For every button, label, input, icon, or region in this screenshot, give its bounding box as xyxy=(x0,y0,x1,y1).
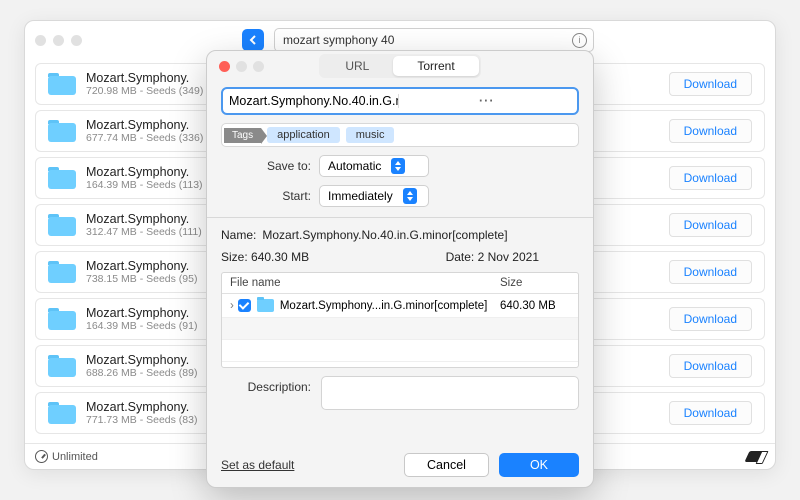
dialog-titlebar: URL Torrent xyxy=(207,51,593,81)
torrent-path-input[interactable]: Mozart.Symphony.No.40.in.G.minor[complet… xyxy=(221,87,579,115)
folder-icon xyxy=(48,402,76,424)
description-input[interactable] xyxy=(321,376,579,410)
search-text: mozart symphony 40 xyxy=(283,33,394,47)
zoom-icon[interactable] xyxy=(71,35,82,46)
name-row: Name: Mozart.Symphony.No.40.in.G.minor[c… xyxy=(221,228,579,242)
download-button[interactable]: Download xyxy=(669,260,752,284)
size-value: 640.30 MB xyxy=(251,250,309,264)
file-list: File name Size › Mozart.Symphony...in.G.… xyxy=(221,272,579,368)
set-default-link[interactable]: Set as default xyxy=(221,458,394,472)
description-label: Description: xyxy=(221,376,311,394)
torrent-path-text: Mozart.Symphony.No.40.in.G.minor[complet… xyxy=(229,94,398,108)
browse-button[interactable]: ··· xyxy=(398,94,572,108)
download-button[interactable]: Download xyxy=(669,166,752,190)
download-button[interactable]: Download xyxy=(669,119,752,143)
start-value: Immediately xyxy=(328,189,393,203)
folder-icon xyxy=(257,299,274,312)
tags-label: Tags xyxy=(224,128,261,143)
chevron-right-icon[interactable]: › xyxy=(230,300,234,312)
file-size: 640.30 MB xyxy=(500,300,570,312)
folder-icon xyxy=(48,167,76,189)
dialog-footer: Set as default Cancel OK xyxy=(207,443,593,487)
download-button[interactable]: Download xyxy=(669,72,752,96)
download-button[interactable]: Download xyxy=(669,213,752,237)
tag-chip[interactable]: application xyxy=(267,127,340,143)
start-label: Start: xyxy=(221,189,311,203)
folder-icon xyxy=(48,73,76,95)
date-value: 2 Nov 2021 xyxy=(478,250,539,264)
name-value: Mozart.Symphony.No.40.in.G.minor[complet… xyxy=(262,228,507,242)
close-icon[interactable] xyxy=(219,61,230,72)
tags-field[interactable]: Tags application music xyxy=(221,123,579,147)
folder-icon xyxy=(48,214,76,236)
info-icon[interactable]: i xyxy=(572,33,587,48)
file-row[interactable]: › Mozart.Symphony...in.G.minor[complete]… xyxy=(222,294,578,318)
size-label: Size: xyxy=(221,250,248,264)
date-label: Date: xyxy=(446,250,475,264)
ok-button[interactable]: OK xyxy=(499,453,579,477)
tag-chip[interactable]: music xyxy=(346,127,395,143)
name-label: Name: xyxy=(221,228,256,242)
file-name: Mozart.Symphony...in.G.minor[complete] xyxy=(280,300,500,312)
save-to-select[interactable]: Automatic xyxy=(319,155,429,177)
search-input[interactable]: mozart symphony 40 i xyxy=(274,28,594,52)
close-icon[interactable] xyxy=(35,35,46,46)
download-button[interactable]: Download xyxy=(669,307,752,331)
folder-icon xyxy=(48,355,76,377)
mode-tabs: URL Torrent xyxy=(319,54,480,78)
speed-indicator[interactable]: Unlimited xyxy=(35,450,98,463)
updown-icon xyxy=(403,188,417,204)
col-name: File name xyxy=(230,277,500,289)
folder-icon xyxy=(48,261,76,283)
cancel-button[interactable]: Cancel xyxy=(404,453,489,477)
back-button[interactable] xyxy=(242,29,264,51)
divider xyxy=(207,217,593,218)
file-row-empty xyxy=(222,318,578,340)
window-controls xyxy=(35,35,82,46)
minimize-icon[interactable] xyxy=(53,35,64,46)
updown-icon xyxy=(391,158,405,174)
folder-icon xyxy=(48,120,76,142)
minimize-icon xyxy=(236,61,247,72)
speed-label: Unlimited xyxy=(52,451,98,463)
file-row-empty xyxy=(222,340,578,362)
start-select[interactable]: Immediately xyxy=(319,185,429,207)
tab-url[interactable]: URL xyxy=(321,56,393,76)
tab-torrent[interactable]: Torrent xyxy=(393,56,478,76)
download-button[interactable]: Download xyxy=(669,401,752,425)
clear-button[interactable] xyxy=(744,451,767,462)
zoom-icon xyxy=(253,61,264,72)
save-to-label: Save to: xyxy=(221,159,311,173)
gauge-icon xyxy=(35,450,48,463)
save-to-value: Automatic xyxy=(328,159,381,173)
checkbox[interactable] xyxy=(238,299,251,312)
download-button[interactable]: Download xyxy=(669,354,752,378)
folder-icon xyxy=(48,308,76,330)
chevron-left-icon xyxy=(248,35,258,45)
file-list-header: File name Size xyxy=(222,273,578,294)
col-size: Size xyxy=(500,277,570,289)
add-download-dialog: URL Torrent Mozart.Symphony.No.40.in.G.m… xyxy=(206,50,594,488)
size-date-row: Size: 640.30 MB Date: 2 Nov 2021 xyxy=(221,250,579,264)
